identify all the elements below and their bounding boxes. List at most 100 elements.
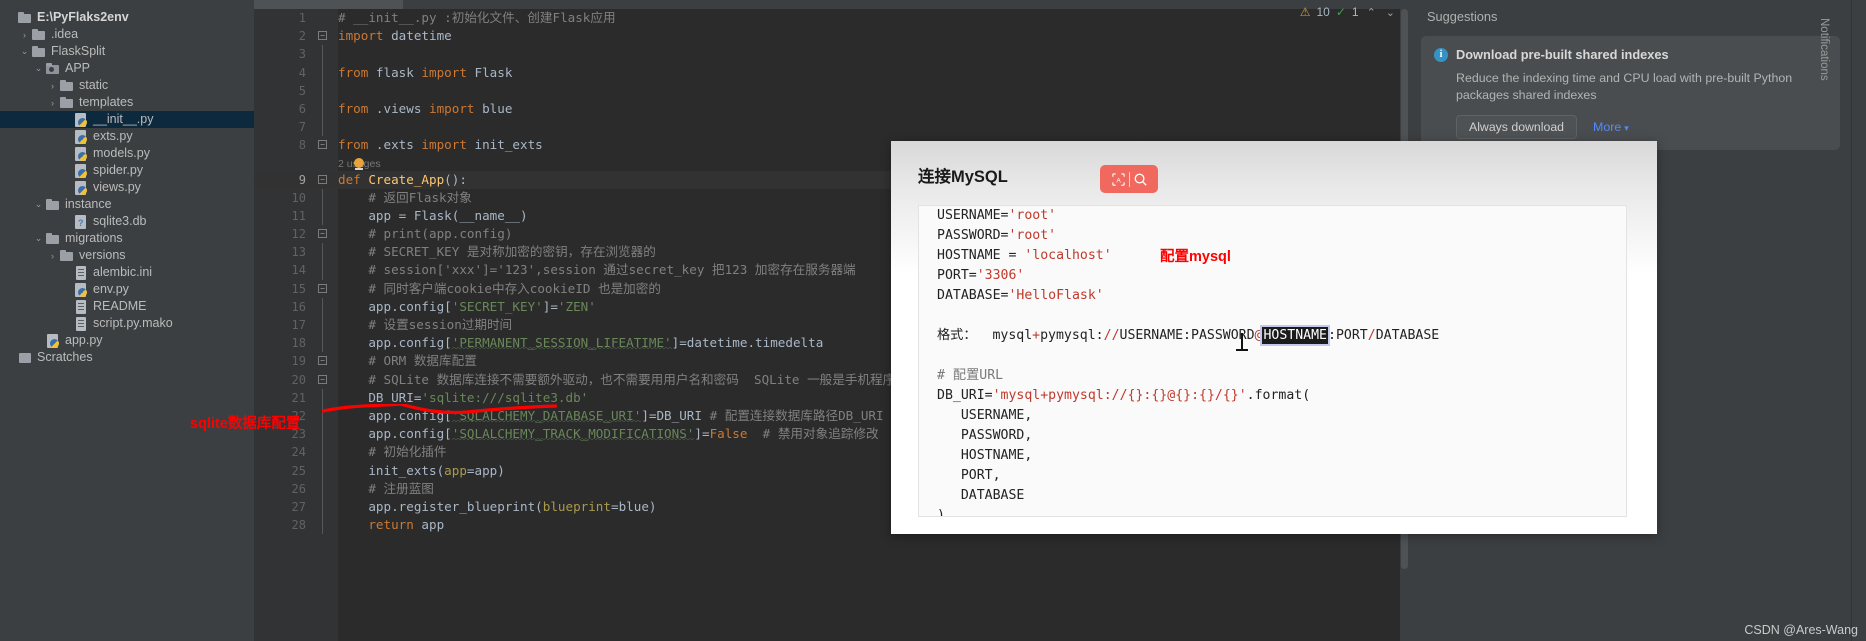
tree-item-script-py-mako[interactable]: script.py.mako xyxy=(0,315,254,332)
tree-item-env-py[interactable]: env.py xyxy=(0,281,254,298)
fold-collapse-icon[interactable]: − xyxy=(318,229,327,239)
tree-item-flasksplit[interactable]: ⌄ FlaskSplit xyxy=(0,43,254,60)
tree-item-e-pyflaks2env[interactable]: E:\PyFlaks2env xyxy=(0,9,254,26)
suggestion-title: Download pre-built shared indexes xyxy=(1456,47,1669,62)
fold-expand-icon[interactable]: − xyxy=(318,374,327,384)
code-line[interactable]: 3 xyxy=(254,45,1409,64)
tree-item-label: E:\PyFlaks2env xyxy=(37,10,129,24)
more-link[interactable]: More ▾ xyxy=(1593,120,1629,134)
always-download-button[interactable]: Always download xyxy=(1456,115,1578,139)
fold-guide-line xyxy=(322,516,323,535)
suggestion-actions: Always download More ▾ xyxy=(1456,115,1827,139)
folder-icon xyxy=(31,44,47,60)
mysql-code-line: HOSTNAME, xyxy=(937,448,1033,463)
fold-guide-line xyxy=(322,316,323,335)
next-problem-icon[interactable]: ⌄ xyxy=(1384,6,1397,19)
mysql-code-line: DATABASE xyxy=(937,488,1025,503)
tree-item-models-py[interactable]: models.py xyxy=(0,145,254,162)
ai-translate-icon[interactable]: A xyxy=(1111,172,1126,187)
code-line[interactable]: 1 # __init__.py :初始化文件、创建Flask应用 xyxy=(254,9,1409,27)
inspection-status-bar[interactable]: ⚠ 10 ✓ 1 ⌃ ⌄ xyxy=(1300,5,1397,19)
tree-item-views-py[interactable]: views.py xyxy=(0,179,254,196)
watermark: CSDN @Ares-Wang xyxy=(1744,623,1858,637)
chevron-right-icon[interactable]: › xyxy=(46,251,59,261)
tree-item-static[interactable]: › static xyxy=(0,77,254,94)
line-number: 19 xyxy=(291,354,306,369)
project-tree-panel: E:\PyFlaks2env › .idea ⌄ FlaskSplit ⌄ APP › stat… xyxy=(0,0,254,641)
tree-item-idea[interactable]: › .idea xyxy=(0,26,254,43)
chevron-right-icon[interactable]: › xyxy=(46,81,59,91)
project-tree-rows: E:\PyFlaks2env › .idea ⌄ FlaskSplit ⌄ APP › stat… xyxy=(0,9,254,366)
suggestion-card[interactable]: i Download pre-built shared indexes Redu… xyxy=(1421,36,1840,150)
code-line-text: # 注册蓝图 xyxy=(368,480,434,496)
fold-guide-line xyxy=(322,118,323,137)
tree-item-migrations[interactable]: ⌄ migrations xyxy=(0,230,254,247)
code-line[interactable]: 4 from flask import Flask xyxy=(254,63,1409,82)
chevron-right-icon[interactable]: › xyxy=(46,98,59,108)
code-line-text: import datetime xyxy=(338,28,452,44)
search-icon[interactable] xyxy=(1133,172,1148,187)
line-number: 11 xyxy=(291,208,306,223)
mysql-code-block[interactable]: USERNAME='root' PASSWORD='root' HOSTNAME =… xyxy=(918,205,1627,517)
tree-item-init-py[interactable]: __init__.py xyxy=(0,111,254,128)
fold-collapse-icon[interactable]: − xyxy=(318,31,327,41)
fold-collapse-icon[interactable]: − xyxy=(318,356,327,366)
line-number: 24 xyxy=(291,445,306,460)
tree-item-scratches[interactable]: Scratches xyxy=(0,349,254,366)
tree-item-exts-py[interactable]: exts.py xyxy=(0,128,254,145)
app-window: E:\PyFlaks2env › .idea ⌄ FlaskSplit ⌄ APP › stat… xyxy=(0,0,1866,641)
chevron-down-icon[interactable]: ⌄ xyxy=(32,233,45,244)
code-line[interactable]: 6 from .views import blue xyxy=(254,99,1409,119)
chevron-right-icon[interactable]: › xyxy=(18,30,31,40)
fold-guide-line xyxy=(322,99,323,119)
tree-item-label: templates xyxy=(79,95,134,109)
chevron-down-icon: ▾ xyxy=(1624,123,1629,133)
tree-item-spider-py[interactable]: spider.py xyxy=(0,162,254,179)
line-number: 10 xyxy=(291,190,306,205)
tree-item-app[interactable]: ⌄ APP xyxy=(0,60,254,77)
code-line[interactable]: 2 − import datetime xyxy=(254,27,1409,45)
fold-guide-line xyxy=(322,497,323,517)
tree-item-readme[interactable]: README xyxy=(0,298,254,315)
fold-collapse-icon[interactable]: − xyxy=(318,174,327,184)
python-icon xyxy=(73,112,89,128)
fold-guide-line xyxy=(322,206,323,226)
notifications-side-strip[interactable]: Notifications xyxy=(1818,0,1866,641)
code-line-text: # print(app.config) xyxy=(368,226,513,242)
fold-guide-line xyxy=(322,334,323,353)
chevron-down-icon[interactable]: ⌄ xyxy=(32,199,45,210)
line-number: 6 xyxy=(298,101,306,116)
code-line[interactable]: 7 xyxy=(254,118,1409,137)
prev-problem-icon[interactable]: ⌃ xyxy=(1365,6,1378,19)
tree-item-alembic-ini[interactable]: alembic.ini xyxy=(0,264,254,281)
chevron-down-icon[interactable]: ⌄ xyxy=(18,46,31,57)
code-line-text: app.config['SECRET_KEY']='ZEN' xyxy=(368,298,596,314)
check-count: 1 xyxy=(1351,5,1359,19)
tree-item-versions[interactable]: › versions xyxy=(0,247,254,264)
tab-init-py[interactable] xyxy=(254,0,403,9)
folder-icon xyxy=(59,248,75,264)
suggestion-body: Reduce the indexing time and CPU load wi… xyxy=(1456,71,1793,102)
python-icon xyxy=(73,146,89,162)
tree-item-label: alembic.ini xyxy=(93,265,153,279)
tree-item-templates[interactable]: › templates xyxy=(0,94,254,111)
code-line[interactable]: 5 xyxy=(254,81,1409,100)
tree-item-sqlite3-db[interactable]: sqlite3.db xyxy=(0,213,254,230)
tree-item-app-py[interactable]: app.py xyxy=(0,332,254,349)
editor-tab-strip[interactable] xyxy=(254,0,1409,9)
folder-icon xyxy=(45,197,61,213)
chevron-down-icon[interactable]: ⌄ xyxy=(32,63,45,74)
tree-item-label: .idea xyxy=(51,27,79,41)
intention-bulb-stem xyxy=(355,167,363,170)
tree-item-instance[interactable]: ⌄ instance xyxy=(0,196,254,213)
line-number: 1 xyxy=(298,11,306,25)
tree-item-label: sqlite3.db xyxy=(93,214,147,228)
line-number: 27 xyxy=(291,499,306,514)
intention-bulb-icon[interactable] xyxy=(354,157,364,168)
fold-expand-icon[interactable]: − xyxy=(318,283,327,293)
line-number: 25 xyxy=(291,463,306,478)
fold-expand-icon[interactable]: − xyxy=(318,140,327,150)
mysql-overlay-toolbar[interactable]: A xyxy=(1100,165,1158,193)
tree-item-label: views.py xyxy=(93,180,141,194)
warning-count: 10 xyxy=(1316,5,1330,19)
